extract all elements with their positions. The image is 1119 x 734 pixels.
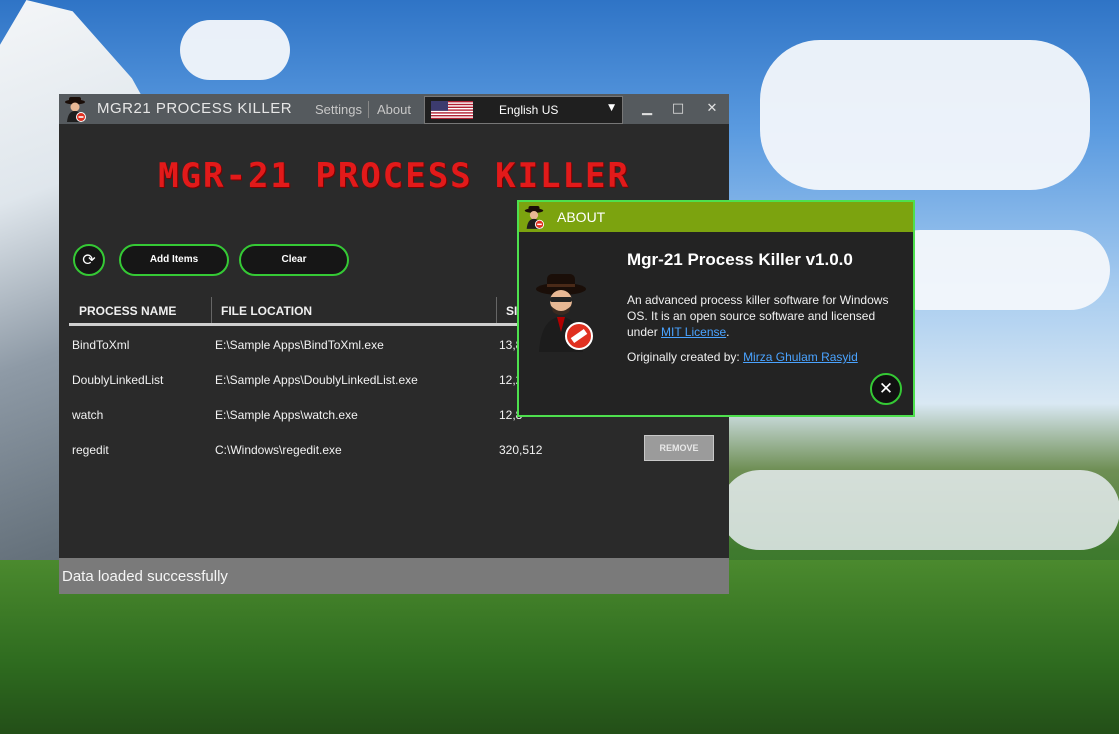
- column-header-process-name[interactable]: PROCESS NAME: [79, 304, 176, 318]
- settings-menu-link[interactable]: Settings: [315, 102, 362, 117]
- about-dialog: ABOUT Mgr-21 Process Killer v1.0.0 An ad…: [517, 200, 915, 417]
- chevron-down-icon: ▼: [608, 103, 615, 113]
- cell-file-location: E:\Sample Apps\BindToXml.exe: [215, 338, 384, 352]
- wallpaper-cloud: [760, 40, 1090, 190]
- cell-file-location: E:\Sample Apps\watch.exe: [215, 408, 358, 422]
- menu-separator: [368, 101, 369, 118]
- clear-button[interactable]: Clear: [239, 244, 349, 276]
- cell-process-name: DoublyLinkedList: [72, 373, 164, 387]
- close-button[interactable]: ✕: [703, 100, 721, 118]
- wallpaper-fog: [720, 470, 1119, 550]
- app-logo-icon: [524, 206, 545, 229]
- us-flag-icon: [431, 101, 473, 119]
- minimize-button[interactable]: ▁: [638, 100, 656, 118]
- app-logo-text: MGR-21 PROCESS KILLER: [158, 156, 630, 196]
- refresh-icon: ⟳: [82, 250, 96, 269]
- maximize-button[interactable]: □: [669, 100, 687, 118]
- table-row[interactable]: regedit C:\Windows\regedit.exe 320,512 R…: [69, 432, 719, 467]
- about-description: An advanced process killer software for …: [627, 292, 905, 340]
- column-header-file-location[interactable]: FILE LOCATION: [221, 304, 312, 318]
- cell-file-location: E:\Sample Apps\DoublyLinkedList.exe: [215, 373, 418, 387]
- about-credit: Originally created by: Mirza Ghulam Rasy…: [627, 350, 858, 364]
- app-logo-icon: [65, 97, 86, 122]
- cell-size: 320,512: [499, 443, 543, 457]
- app-mascot-icon: [536, 274, 593, 352]
- about-dialog-title: ABOUT: [557, 209, 606, 225]
- mit-license-link[interactable]: MIT License: [661, 325, 726, 339]
- close-icon: ✕: [878, 379, 894, 399]
- column-divider: [496, 297, 497, 323]
- credit-label: Originally created by:: [627, 350, 744, 364]
- author-link[interactable]: Mirza Ghulam Rasyid: [743, 350, 858, 364]
- about-menu-link[interactable]: About: [377, 102, 411, 117]
- cell-file-location: C:\Windows\regedit.exe: [215, 443, 342, 457]
- column-header-size[interactable]: SI: [506, 304, 517, 318]
- remove-button[interactable]: REMOVE: [644, 435, 714, 461]
- status-message: Data loaded successfully: [62, 568, 228, 585]
- refresh-button[interactable]: ⟳: [73, 244, 105, 276]
- cell-process-name: regedit: [72, 443, 109, 457]
- language-select[interactable]: English US ▼: [424, 96, 623, 124]
- cell-process-name: BindToXml: [72, 338, 130, 352]
- about-close-button[interactable]: ✕: [870, 373, 902, 405]
- add-items-button[interactable]: Add Items: [119, 244, 229, 276]
- status-bar: Data loaded successfully: [59, 558, 729, 594]
- about-title-bar[interactable]: ABOUT: [519, 202, 913, 232]
- about-heading: Mgr-21 Process Killer v1.0.0: [627, 250, 853, 269]
- window-title: MGR21 PROCESS KILLER: [97, 100, 293, 117]
- about-description-end: .: [726, 325, 730, 339]
- wallpaper-cloud: [180, 20, 290, 80]
- language-selected-value: English US: [499, 103, 559, 117]
- title-bar[interactable]: MGR21 PROCESS KILLER Settings About Engl…: [59, 94, 729, 124]
- cell-process-name: watch: [72, 408, 104, 422]
- column-divider: [211, 297, 212, 323]
